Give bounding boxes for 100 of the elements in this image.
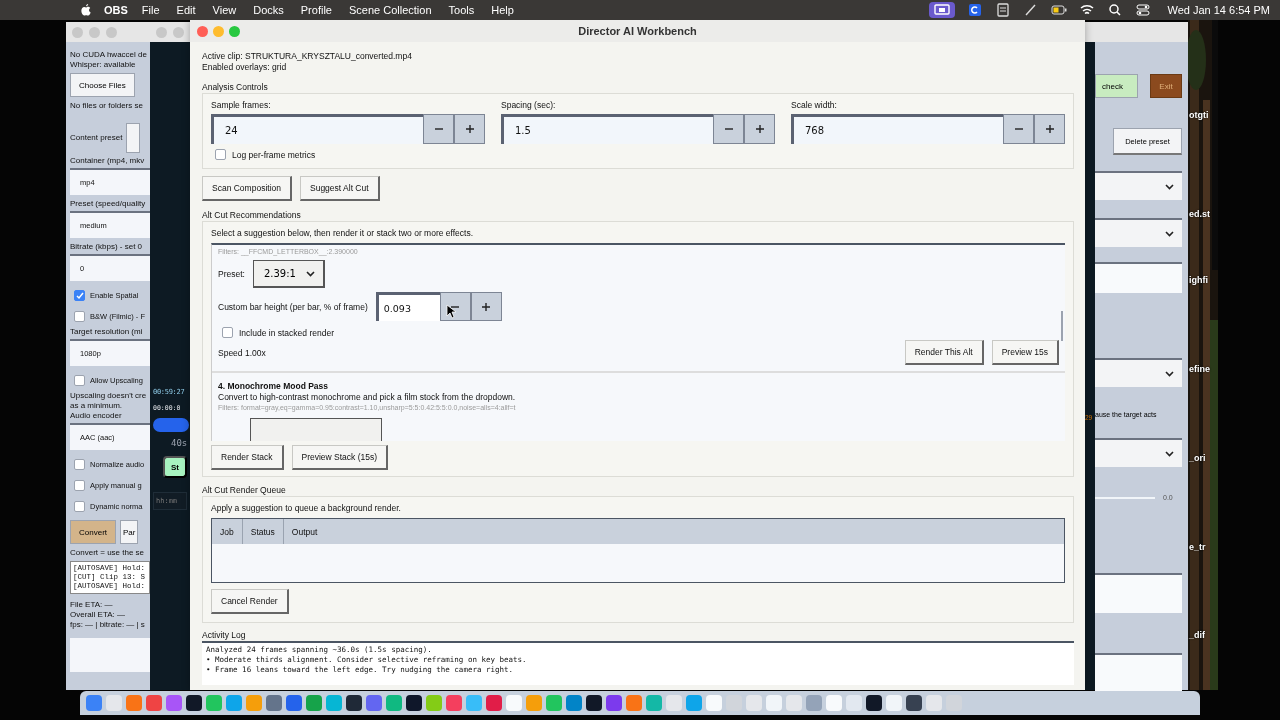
chevron-icon <box>305 270 315 277</box>
dropdown[interactable] <box>1095 171 1182 200</box>
action-button[interactable]: Suggest Alt Cut <box>300 176 380 201</box>
slider-track[interactable] <box>1095 496 1155 499</box>
duration-text: 40s <box>171 438 189 448</box>
maximize-icon[interactable] <box>229 25 240 37</box>
status-text: Overall ETA: — <box>70 610 126 620</box>
status-text: as a minimum. <box>70 401 123 411</box>
progress-pill[interactable] <box>153 418 189 432</box>
menu-item[interactable]: Edit <box>176 4 196 16</box>
action-button[interactable]: Convert <box>70 520 116 544</box>
menu-item[interactable]: Help <box>491 4 514 16</box>
app-status-icon[interactable] <box>967 3 984 17</box>
cursor-icon <box>446 304 456 319</box>
column-header[interactable]: Output <box>283 519 326 544</box>
app-icon[interactable] <box>406 695 422 711</box>
app-icon[interactable] <box>906 695 922 711</box>
field-label: Target resolution (mi <box>70 327 144 337</box>
menu-item[interactable]: Docks <box>253 4 284 16</box>
render-button[interactable]: Preview 15s <box>991 340 1059 365</box>
apple-icon[interactable] <box>80 3 92 17</box>
number-field[interactable]: 24 <box>211 114 423 144</box>
checkbox[interactable] <box>222 327 233 338</box>
checkbox[interactable] <box>74 375 85 386</box>
desktop-file-label[interactable]: _dif <box>1189 630 1210 641</box>
checkbox[interactable] <box>74 480 85 491</box>
desktop-file-label[interactable]: _ori <box>1189 453 1210 464</box>
chevron-icon <box>1165 183 1174 190</box>
wifi-icon[interactable] <box>1079 3 1096 17</box>
menu-item[interactable]: Profile <box>300 4 332 16</box>
stack-button[interactable]: Preview Stack (15s) <box>291 445 389 470</box>
hint-text: Apply a suggestion to queue a background render. <box>211 503 401 513</box>
menu-item[interactable]: Scene Collection <box>348 4 432 16</box>
status-text: Upscaling doesn't cre <box>70 391 148 401</box>
input-field[interactable] <box>1095 262 1182 293</box>
preset-dropdown[interactable] <box>126 123 141 153</box>
start-button[interactable]: St <box>163 456 187 478</box>
minimize-icon[interactable] <box>213 25 224 37</box>
stack-button[interactable]: Render Stack <box>211 445 284 470</box>
checkbox[interactable] <box>74 290 85 301</box>
checkbox[interactable] <box>74 501 85 512</box>
app-menu[interactable]: OBS <box>104 4 128 16</box>
close-icon[interactable] <box>197 25 208 37</box>
field-label: Bitrate (kbps) - set 0 <box>70 242 144 252</box>
screen-share-icon[interactable] <box>929 2 956 18</box>
action-button[interactable]: Par <box>120 520 139 544</box>
plus-icon <box>754 124 765 134</box>
input-field[interactable] <box>1095 653 1182 691</box>
dropdown[interactable] <box>1095 438 1182 467</box>
menu-item[interactable]: Tools <box>448 4 475 16</box>
input-field[interactable] <box>1095 573 1182 613</box>
app-icon[interactable] <box>866 695 882 711</box>
dropdown[interactable] <box>1095 358 1182 387</box>
menu-item[interactable]: File <box>141 4 160 16</box>
active-clip-text: Active clip: STRUKTURA_KRYSZTALU_converted.mp4 <box>202 51 413 62</box>
preset-label: Preset: <box>218 269 245 279</box>
app-icon[interactable] <box>586 695 602 711</box>
app-icon[interactable] <box>186 695 202 711</box>
number-field[interactable]: 768 <box>791 114 1003 144</box>
increment-button[interactable] <box>454 114 485 144</box>
film-stock-dropdown[interactable] <box>250 418 382 441</box>
checkbox-label: Log per-frame metrics <box>232 149 316 160</box>
increment-button[interactable] <box>744 114 775 144</box>
increment-button[interactable] <box>470 292 502 321</box>
scrollbar[interactable] <box>1061 311 1063 341</box>
desktop-file-label[interactable]: efine <box>1189 364 1210 375</box>
cancel-render-button[interactable]: Cancel Render <box>211 589 289 614</box>
number-field[interactable]: 1.5 <box>501 114 713 144</box>
exit-button[interactable]: Exit <box>1150 74 1182 98</box>
checkbox[interactable] <box>74 459 85 470</box>
menu-item[interactable]: View <box>212 4 237 16</box>
bar-height-field[interactable]: 0.093 <box>375 292 440 321</box>
checkbox[interactable] <box>74 311 85 322</box>
preset-dropdown[interactable]: 2.39:1 <box>252 260 325 288</box>
clipboard-icon[interactable] <box>995 3 1012 17</box>
desktop-file-label[interactable]: otgti <box>1189 110 1210 121</box>
menu-bar-clock[interactable]: Wed Jan 14 6:54 PM <box>1167 4 1270 16</box>
desktop-file-label[interactable]: ighfi <box>1189 275 1210 286</box>
choose-files-button[interactable]: Choose Files <box>70 73 135 97</box>
check-button[interactable]: check <box>1095 74 1138 98</box>
input-field[interactable] <box>70 638 150 672</box>
action-button[interactable]: Scan Composition <box>202 176 292 201</box>
render-button[interactable]: Render This Alt <box>904 340 984 365</box>
plus-icon <box>481 301 492 312</box>
chevron-icon <box>1165 450 1174 457</box>
increment-button[interactable] <box>1034 114 1065 144</box>
status-text: Convert = use the se <box>70 548 146 558</box>
group-title: Alt Cut Recommendations <box>202 210 302 221</box>
window-title: Director AI Workbench <box>578 25 697 37</box>
spinner-label: Scale width: <box>791 100 837 110</box>
spinner-label: Sample frames: <box>211 100 271 110</box>
overlays-text: Enabled overlays: grid <box>202 62 288 73</box>
checkbox[interactable] <box>215 149 226 160</box>
dropdown[interactable] <box>1095 218 1182 247</box>
battery-icon[interactable] <box>1051 3 1068 17</box>
desktop-file-label[interactable]: e_tr <box>1189 542 1210 553</box>
app-icon[interactable] <box>346 695 362 711</box>
status-text: File ETA: — <box>70 600 114 610</box>
control-center-icon[interactable] <box>1135 3 1152 17</box>
desktop-file-label[interactable]: ed.st <box>1189 209 1210 220</box>
